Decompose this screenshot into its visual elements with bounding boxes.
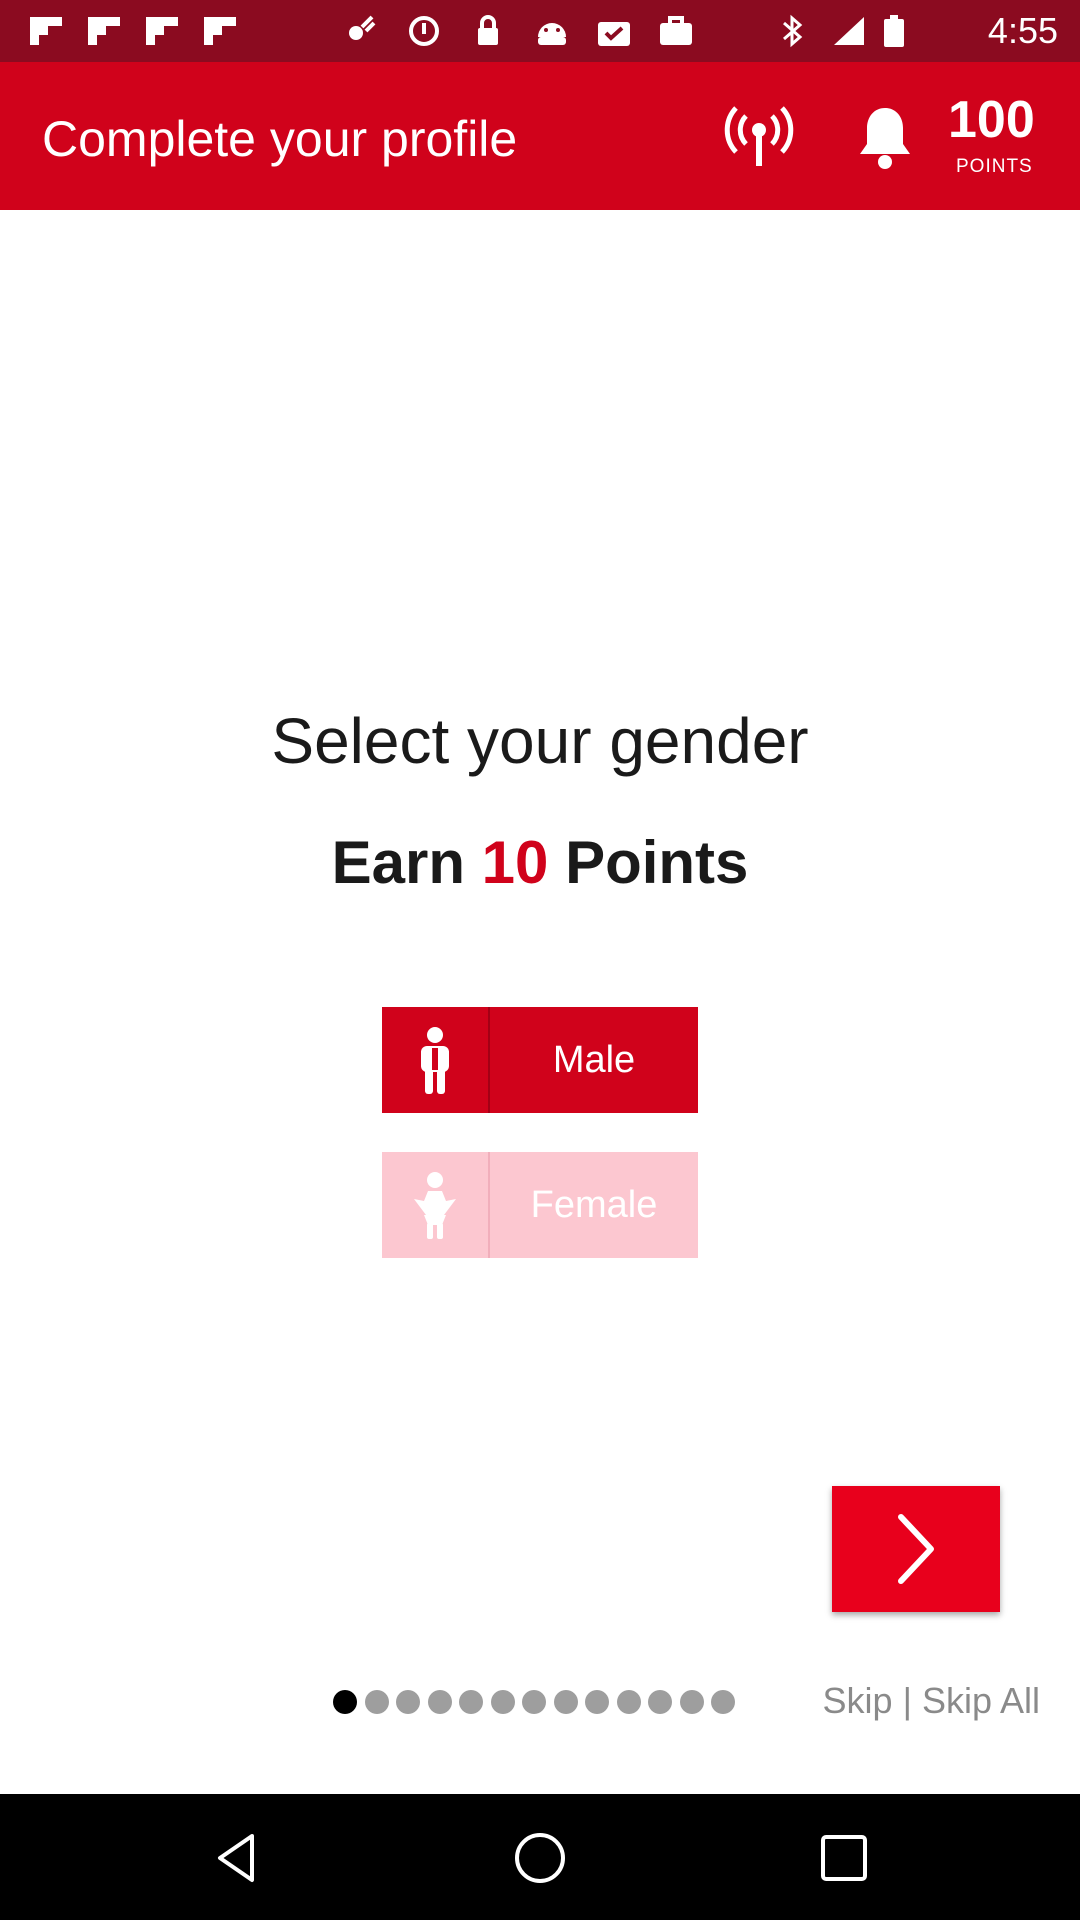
flipboard-icon [146, 17, 178, 45]
pager-dot [364, 1690, 389, 1714]
flipboard-icon [204, 17, 236, 45]
male-label: Male [552, 1038, 636, 1081]
navigation-bar [0, 1794, 1080, 1920]
skip-link[interactable]: Skip [823, 1680, 893, 1721]
earn-points-number: 10 [481, 829, 549, 896]
chevron-right-icon [898, 1514, 934, 1584]
skip-all-link[interactable]: Skip All [922, 1680, 1040, 1721]
battery-icon [884, 15, 904, 47]
briefcase-icon [660, 16, 692, 45]
bell-icon[interactable] [850, 102, 920, 172]
screen: 4:55 Complete your profile 100 POINTS Se… [0, 0, 1080, 1920]
pager-dot [616, 1690, 641, 1714]
female-person-icon [414, 1172, 456, 1239]
pager-dot [522, 1690, 546, 1714]
page-title: Complete your profile [42, 111, 518, 167]
female-label: Female [530, 1183, 658, 1226]
bluetooth-icon [783, 14, 803, 48]
pager-dot [648, 1690, 672, 1714]
earn-suffix: Points [565, 829, 749, 896]
status-bar: 4:55 [0, 0, 1080, 62]
antenna-icon[interactable] [724, 102, 794, 172]
male-icon-cell [382, 1007, 490, 1113]
android-icon [538, 23, 566, 45]
female-button[interactable]: Female [382, 1152, 698, 1258]
back-icon[interactable] [208, 1828, 268, 1888]
recents-icon[interactable] [814, 1828, 874, 1888]
skip-links: Skip | Skip All [823, 1680, 1040, 1722]
pager-dot-active [333, 1690, 357, 1714]
pager-dot [490, 1690, 515, 1714]
home-icon[interactable] [510, 1828, 570, 1888]
female-icon-cell [382, 1152, 490, 1258]
points-value: 100 [948, 91, 1035, 149]
pager-dot [459, 1690, 483, 1714]
pager-dot [711, 1690, 735, 1714]
points-label: POINTS [956, 156, 1033, 177]
pager-dot [427, 1690, 452, 1714]
checkmark-bag-icon [598, 22, 630, 46]
skip-separator: | [902, 1680, 912, 1721]
earn-points-line: Earn 10 Points [0, 828, 1080, 897]
flipboard-icon [88, 17, 120, 45]
lock-icon [478, 15, 498, 45]
pager-dot [679, 1690, 704, 1714]
data-saver-icon [409, 16, 439, 46]
app-bar: Complete your profile 100 POINTS [0, 62, 1080, 210]
pager-dot [585, 1690, 609, 1714]
status-time: 4:55 [987, 10, 1058, 51]
pager-dot [553, 1690, 578, 1714]
flipboard-icon [30, 17, 62, 45]
question-title: Select your gender [271, 705, 809, 777]
pager-dot [396, 1690, 420, 1714]
male-button[interactable]: Male [382, 1007, 698, 1113]
fake-gps-icon [349, 15, 376, 40]
next-button[interactable] [832, 1486, 1000, 1612]
male-person-icon [421, 1027, 449, 1094]
signal-icon [834, 17, 864, 45]
earn-prefix: Earn [331, 829, 465, 896]
